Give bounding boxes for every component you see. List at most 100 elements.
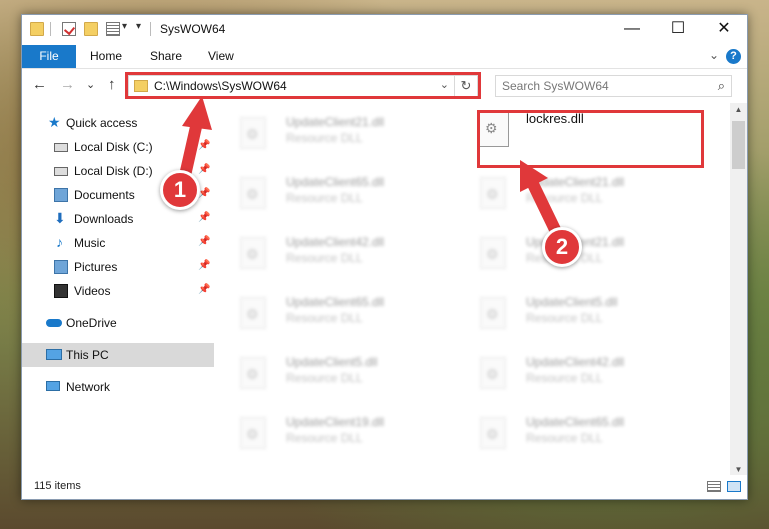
item-count: 115 items <box>34 480 81 492</box>
sidebar-item-label: Quick access <box>66 116 138 130</box>
dll-file-icon <box>480 177 506 209</box>
vertical-scrollbar[interactable]: ▲ ▼ <box>730 103 747 477</box>
star-icon: ★ <box>48 114 61 130</box>
file-type: Resource DLL <box>286 191 363 205</box>
properties-icon[interactable] <box>62 22 76 36</box>
step-2-badge: 2 <box>542 227 582 267</box>
file-name: UpdateClient65.dll <box>286 295 385 309</box>
customize-qa-icon[interactable]: ▾ <box>136 21 141 32</box>
qa-dropdown-icon[interactable]: ▾ <box>122 21 127 32</box>
file-type: Resource DLL <box>286 431 363 445</box>
file-item[interactable]: UpdateClient65.dll Resource DLL <box>222 287 452 343</box>
file-name: UpdateClient65.dll <box>286 175 385 189</box>
details-view-icon[interactable] <box>707 481 721 492</box>
file-name: lockres.dll <box>526 111 584 126</box>
sidebar-item-videos[interactable]: Videos 📌 <box>22 279 214 303</box>
sidebar-item-local-disk-c[interactable]: Local Disk (C:) 📌 <box>22 135 214 159</box>
file-item[interactable]: UpdateClient65.dll Resource DLL <box>222 167 452 223</box>
dll-file-icon <box>240 357 266 389</box>
file-item[interactable]: UpdateClient42.dll Resource DLL <box>222 227 452 283</box>
toolbar-divider <box>50 22 51 36</box>
new-folder-icon[interactable] <box>84 22 98 36</box>
sidebar-item-label: Pictures <box>74 260 118 274</box>
large-icons-view-icon[interactable] <box>727 481 741 492</box>
status-bar: 115 items <box>22 475 747 499</box>
file-type: Resource DLL <box>526 431 603 445</box>
search-icon[interactable]: ⌕ <box>718 78 725 94</box>
expand-ribbon-icon[interactable]: ⌄ <box>709 48 719 62</box>
scroll-thumb[interactable] <box>732 121 745 169</box>
file-type: Resource DLL <box>286 131 363 145</box>
file-name: UpdateClient5.dll <box>286 355 378 369</box>
chevron-down-icon[interactable]: ⌄ <box>440 78 449 91</box>
pin-icon[interactable]: 📌 <box>198 164 210 175</box>
videos-icon <box>54 284 68 298</box>
file-explorer-window: ▾ ▾ SysWOW64 — ☐ ✕ File Home Share View … <box>21 14 748 500</box>
refresh-button[interactable]: ↻ <box>454 76 477 96</box>
sidebar-item-label: Documents <box>74 188 135 202</box>
address-bar[interactable]: C:\Windows\SysWOW64 ⌄ ↻ <box>128 75 478 97</box>
file-name: UpdateClient42.dll <box>286 235 385 249</box>
tab-view[interactable]: View <box>208 45 234 68</box>
sidebar-item-quick-access[interactable]: ★ Quick access <box>22 111 214 135</box>
file-item[interactable]: UpdateClient65.dll Resource DLL <box>462 407 692 463</box>
folder-icon <box>30 22 44 36</box>
sidebar-item-downloads[interactable]: ⬇ Downloads 📌 <box>22 207 214 231</box>
file-name: UpdateClient42.dll <box>526 355 625 369</box>
file-name: UpdateClient5.dll <box>526 295 618 309</box>
forward-button[interactable]: → <box>60 76 75 93</box>
dll-file-icon <box>240 237 266 269</box>
pin-icon[interactable]: 📌 <box>198 212 210 223</box>
maximize-button[interactable]: ☐ <box>655 15 701 45</box>
close-button[interactable]: ✕ <box>701 15 747 45</box>
file-name: UpdateClient65.dll <box>526 415 625 429</box>
pin-icon[interactable]: 📌 <box>198 284 210 295</box>
onedrive-icon <box>46 319 62 327</box>
drive-icon <box>54 167 68 176</box>
sidebar-item-pictures[interactable]: Pictures 📌 <box>22 255 214 279</box>
file-item[interactable]: UpdateClient21.dll Resource DLL <box>222 107 452 163</box>
pin-icon[interactable]: 📌 <box>198 260 210 271</box>
sidebar-item-network[interactable]: Network <box>22 375 214 399</box>
network-icon <box>46 381 60 391</box>
scroll-up-button[interactable]: ▲ <box>730 103 747 117</box>
sidebar-item-label: Network <box>66 380 111 394</box>
dll-file-icon <box>480 297 506 329</box>
view-icon[interactable] <box>106 22 120 36</box>
dll-file-icon <box>240 117 266 149</box>
drive-icon <box>54 143 68 152</box>
minimize-button[interactable]: — <box>609 15 655 45</box>
tab-home[interactable]: Home <box>90 45 122 68</box>
dll-file-icon <box>240 297 266 329</box>
file-type: Resource DLL <box>286 251 363 265</box>
file-item[interactable]: UpdateClient19.dll Resource DLL <box>222 407 452 463</box>
sidebar-item-onedrive[interactable]: OneDrive <box>22 311 214 335</box>
title-bar: ▾ ▾ SysWOW64 — ☐ ✕ <box>22 15 747 45</box>
file-item[interactable]: UpdateClient5.dll Resource DLL <box>222 347 452 403</box>
dll-file-icon <box>480 237 506 269</box>
pin-icon[interactable]: 📌 <box>198 140 210 151</box>
pin-icon[interactable]: 📌 <box>198 236 210 247</box>
tab-share[interactable]: Share <box>150 45 182 68</box>
file-item[interactable]: UpdateClient5.dll Resource DLL <box>462 287 692 343</box>
dll-file-icon <box>480 357 506 389</box>
sidebar-item-this-pc[interactable]: This PC <box>22 343 214 367</box>
sidebar-item-label: Music <box>74 236 106 250</box>
address-path[interactable]: C:\Windows\SysWOW64 <box>154 79 287 93</box>
up-button[interactable]: ↑ <box>108 76 116 93</box>
recent-locations-button[interactable]: ⌄ <box>86 78 95 91</box>
file-item[interactable]: UpdateClient21.dll Resource DLL <box>462 167 692 223</box>
sidebar-item-label: Downloads <box>74 212 134 226</box>
toolbar-divider <box>150 22 151 36</box>
file-item-lockres[interactable]: lockres.dll <box>462 107 692 163</box>
back-button[interactable]: ← <box>32 76 47 93</box>
file-item[interactable]: UpdateClient42.dll Resource DLL <box>462 347 692 403</box>
dll-file-icon <box>240 177 266 209</box>
help-icon[interactable]: ? <box>726 49 741 64</box>
search-input[interactable]: Search SysWOW64 ⌕ <box>495 75 732 97</box>
file-name: UpdateClient21.dll <box>286 115 385 129</box>
file-type: Resource DLL <box>526 191 603 205</box>
dll-file-icon <box>480 417 506 449</box>
sidebar-item-music[interactable]: ♪ Music 📌 <box>22 231 214 255</box>
tab-file[interactable]: File <box>22 45 76 68</box>
